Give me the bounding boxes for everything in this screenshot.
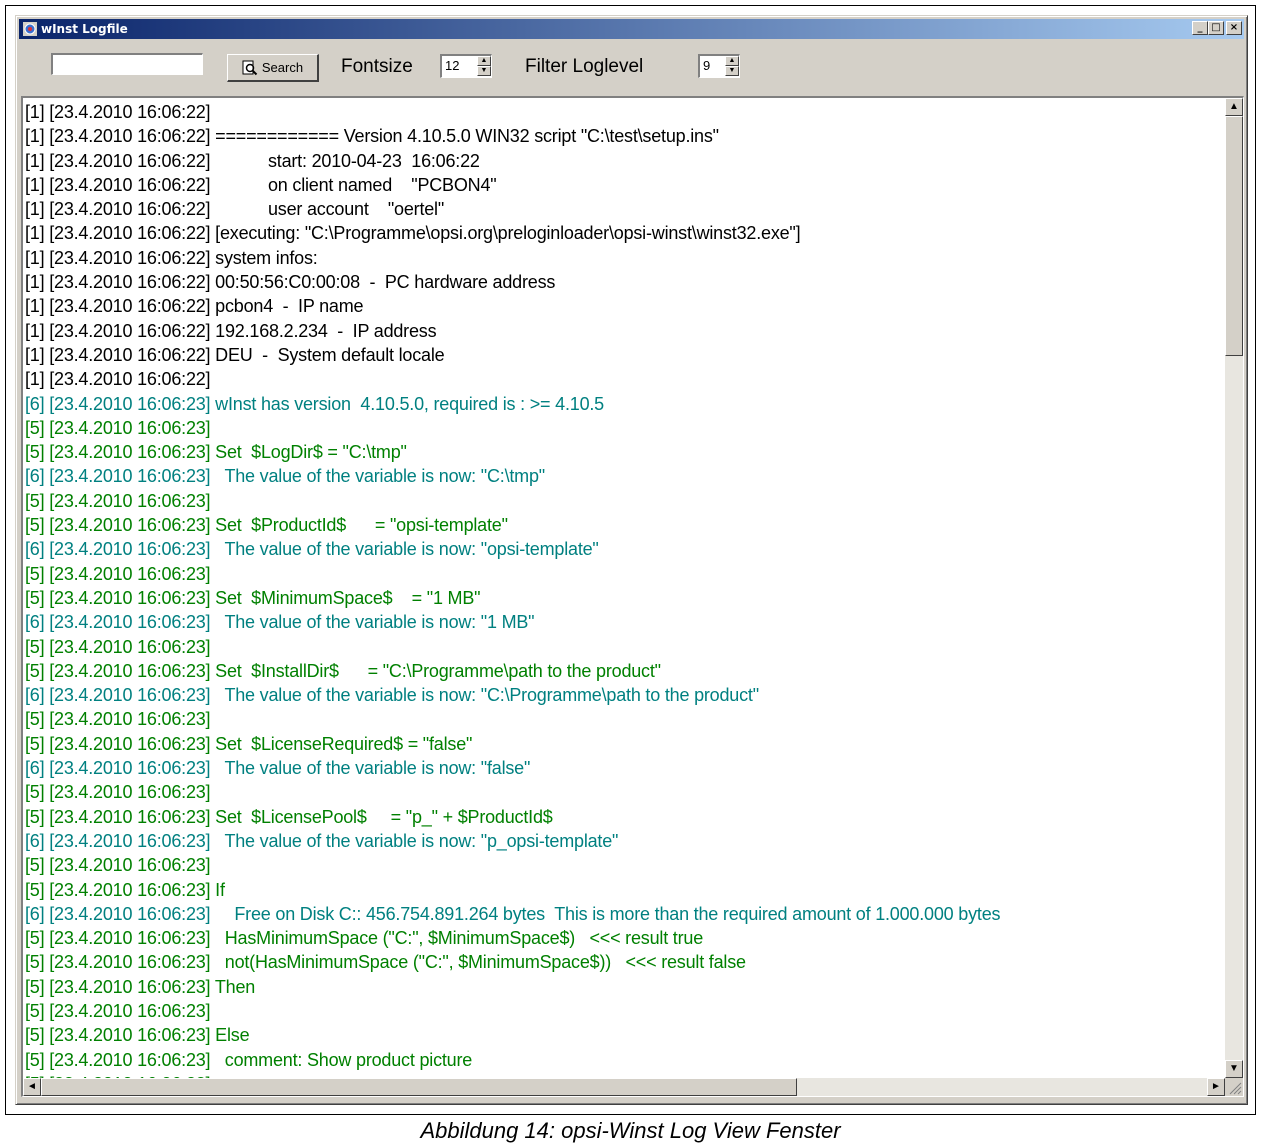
log-line: [1] [23.4.2010 16:06:22] user account "o… [25,199,445,220]
resize-grip[interactable] [1225,1078,1243,1096]
log-line: [1] [23.4.2010 16:06:22] system infos: [25,247,318,268]
figure-caption: Abbildung 14: opsi-Winst Log View Fenste… [420,1118,841,1143]
log-line: [6] [23.4.2010 16:06:23] The value of th… [25,539,599,560]
log-line: [5] [23.4.2010 16:06:23] If [25,879,225,900]
log-line: [5] [23.4.2010 16:06:23] not(HasMinimumS… [25,952,746,973]
loglevel-down-button[interactable]: ▼ [725,66,739,76]
vertical-scrollbar[interactable]: ▲ ▼ [1225,98,1243,1078]
loglevel-spinner[interactable]: 9 ▲ ▼ [698,54,740,78]
minimize-button[interactable]: _ [1192,21,1208,35]
log-line: [1] [23.4.2010 16:06:22] [25,369,211,390]
search-input[interactable] [51,53,203,75]
horizontal-scrollbar[interactable]: ◄ ► [23,1078,1225,1096]
log-line: [6] [23.4.2010 16:06:23] Free on Disk C:… [25,903,1001,924]
log-line: [5] [23.4.2010 16:06:23] [25,636,211,657]
log-line: [1] [23.4.2010 16:06:22] ============ Ve… [25,126,719,147]
fontsize-label: Fontsize [341,56,413,77]
log-line: [5] [23.4.2010 16:06:23] [25,1000,211,1021]
fontsize-value: 12 [445,58,460,73]
search-button-label: Search [261,59,304,75]
log-line: [5] [23.4.2010 16:06:23] Then [25,976,256,997]
scroll-up-button[interactable]: ▲ [1225,98,1243,116]
log-line: [1] [23.4.2010 16:06:22] on client named… [25,174,497,195]
search-button[interactable]: Search [227,54,319,82]
window-title: wInst Logfile [41,22,128,36]
horizontal-scroll-thumb[interactable] [41,1078,797,1096]
filter-loglevel-label: Filter Loglevel [525,56,644,77]
log-line: [5] [23.4.2010 16:06:23] Else [25,1025,250,1046]
scroll-down-button[interactable]: ▼ [1225,1060,1243,1078]
log-line: [6] [23.4.2010 16:06:23] The value of th… [25,685,759,706]
fontsize-spinner[interactable]: 12 ▲ ▼ [440,54,492,78]
log-line: [5] [23.4.2010 16:06:23] Set $LogDir$ = … [25,442,407,463]
fontsize-up-button[interactable]: ▲ [477,56,491,66]
log-line: [5] [23.4.2010 16:06:23] Set $ProductId$… [25,515,508,536]
log-line: [5] [23.4.2010 16:06:23] [25,709,211,730]
log-line: [5] [23.4.2010 16:06:23] Set $InstallDir… [25,660,661,681]
log-line: [1] [23.4.2010 16:06:22] 00:50:56:C0:00:… [25,272,556,293]
log-text-area[interactable]: [1] [23.4.2010 16:06:22] [1] [23.4.2010 1… [21,96,1244,1097]
scroll-left-button[interactable]: ◄ [23,1078,41,1096]
log-lines: [1] [23.4.2010 16:06:22] [1] [23.4.2010 1… [25,100,1001,1096]
toolbar: Search Fontsize 12 ▲ ▼ Filter Loglevel 9… [19,40,1244,98]
log-line: [5] [23.4.2010 16:06:23] [25,855,211,876]
loglevel-value: 9 [703,58,711,73]
log-line: [6] [23.4.2010 16:06:23] wInst has versi… [25,393,604,414]
search-icon [242,60,258,75]
fontsize-down-button[interactable]: ▼ [477,66,491,76]
title-bar[interactable]: wInst Logfile _ □ × [19,19,1244,39]
log-line: [1] [23.4.2010 16:06:22] [25,102,211,122]
resize-grip-icon [1229,1082,1242,1095]
log-line: [1] [23.4.2010 16:06:22] 192.168.2.234 -… [25,320,437,341]
log-line: [6] [23.4.2010 16:06:23] The value of th… [25,612,535,633]
log-line: [1] [23.4.2010 16:06:22] [executing: "C:… [25,223,801,244]
log-line: [5] [23.4.2010 16:06:23] [25,563,211,584]
log-line: [6] [23.4.2010 16:06:23] The value of th… [25,830,619,851]
log-line: [5] [23.4.2010 16:06:23] [25,490,211,511]
scroll-right-button[interactable]: ► [1207,1078,1225,1096]
vertical-scroll-thumb[interactable] [1225,116,1243,356]
log-line: [5] [23.4.2010 16:06:23] Set $MinimumSpa… [25,587,481,608]
log-line: [5] [23.4.2010 16:06:23] [25,782,211,803]
log-line: [5] [23.4.2010 16:06:23] HasMinimumSpace… [25,928,704,949]
log-line: [1] [23.4.2010 16:06:22] DEU - System de… [25,344,445,365]
log-line: [1] [23.4.2010 16:06:22] start: 2010-04-… [25,150,480,171]
log-line: [6] [23.4.2010 16:06:23] The value of th… [25,758,531,779]
log-line: [6] [23.4.2010 16:06:23] The value of th… [25,466,545,487]
log-line: [5] [23.4.2010 16:06:23] [25,417,211,438]
app-icon [23,22,37,36]
log-line: [1] [23.4.2010 16:06:22] pcbon4 - IP nam… [25,296,364,317]
close-button[interactable]: × [1226,21,1242,35]
log-window: wInst Logfile _ □ × Search Fontsize 12 ▲… [15,15,1248,1105]
maximize-button[interactable]: □ [1208,21,1224,35]
log-line: [5] [23.4.2010 16:06:23] Set $LicenseReq… [25,733,473,754]
log-line: [5] [23.4.2010 16:06:23] Set $LicensePoo… [25,806,553,827]
log-line: [5] [23.4.2010 16:06:23] comment: Show p… [25,1049,473,1070]
loglevel-up-button[interactable]: ▲ [725,56,739,66]
